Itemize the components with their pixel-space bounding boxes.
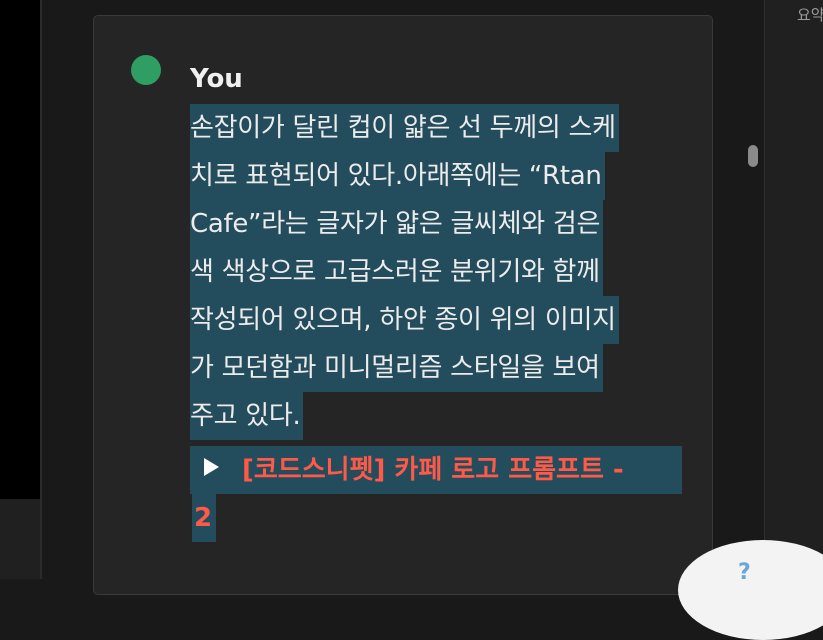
avatar bbox=[131, 55, 161, 85]
message-line: 치로 표현되어 있다.아래쪽에는 “Rtan bbox=[190, 152, 605, 200]
message-line: Cafe”라는 글자가 얇은 글씨체와 검은 bbox=[190, 200, 604, 248]
right-panel bbox=[765, 0, 823, 579]
question-icon[interactable]: ? bbox=[738, 560, 751, 585]
scrollbar-thumb[interactable] bbox=[748, 145, 758, 167]
gutter bbox=[42, 0, 94, 579]
message-line: 주고 있다. bbox=[190, 392, 304, 440]
comment-message[interactable]: 손잡이가 달린 컵이 얇은 선 두께의 스케 치로 표현되어 있다.아래쪽에는 … bbox=[190, 104, 690, 440]
message-line: 작성되어 있으며, 하얀 종이 위의 이미지 bbox=[190, 296, 619, 344]
message-line: 가 모던함과 미니멀리즘 스타일을 보여 bbox=[190, 344, 603, 392]
comment-author: You bbox=[190, 64, 243, 94]
left-pane bbox=[0, 0, 40, 499]
toggle-title[interactable]: [코드스니펫] 카페 로고 프롬프트 - bbox=[242, 446, 624, 494]
code-snippet-toggle[interactable]: [코드스니펫] 카페 로고 프롬프트 - 2 bbox=[190, 446, 685, 542]
toggle-title-continued[interactable]: 2 bbox=[194, 494, 212, 542]
message-line: 색 색상으로 고급스러운 분위기와 함께 bbox=[190, 248, 603, 296]
message-line: 손잡이가 달린 컵이 얇은 선 두께의 스케 bbox=[190, 104, 619, 152]
summary-label[interactable]: 요약 bbox=[797, 4, 823, 25]
triangle-right-icon[interactable] bbox=[204, 458, 219, 476]
left-pane-footer bbox=[0, 499, 40, 579]
help-button[interactable] bbox=[678, 540, 823, 640]
